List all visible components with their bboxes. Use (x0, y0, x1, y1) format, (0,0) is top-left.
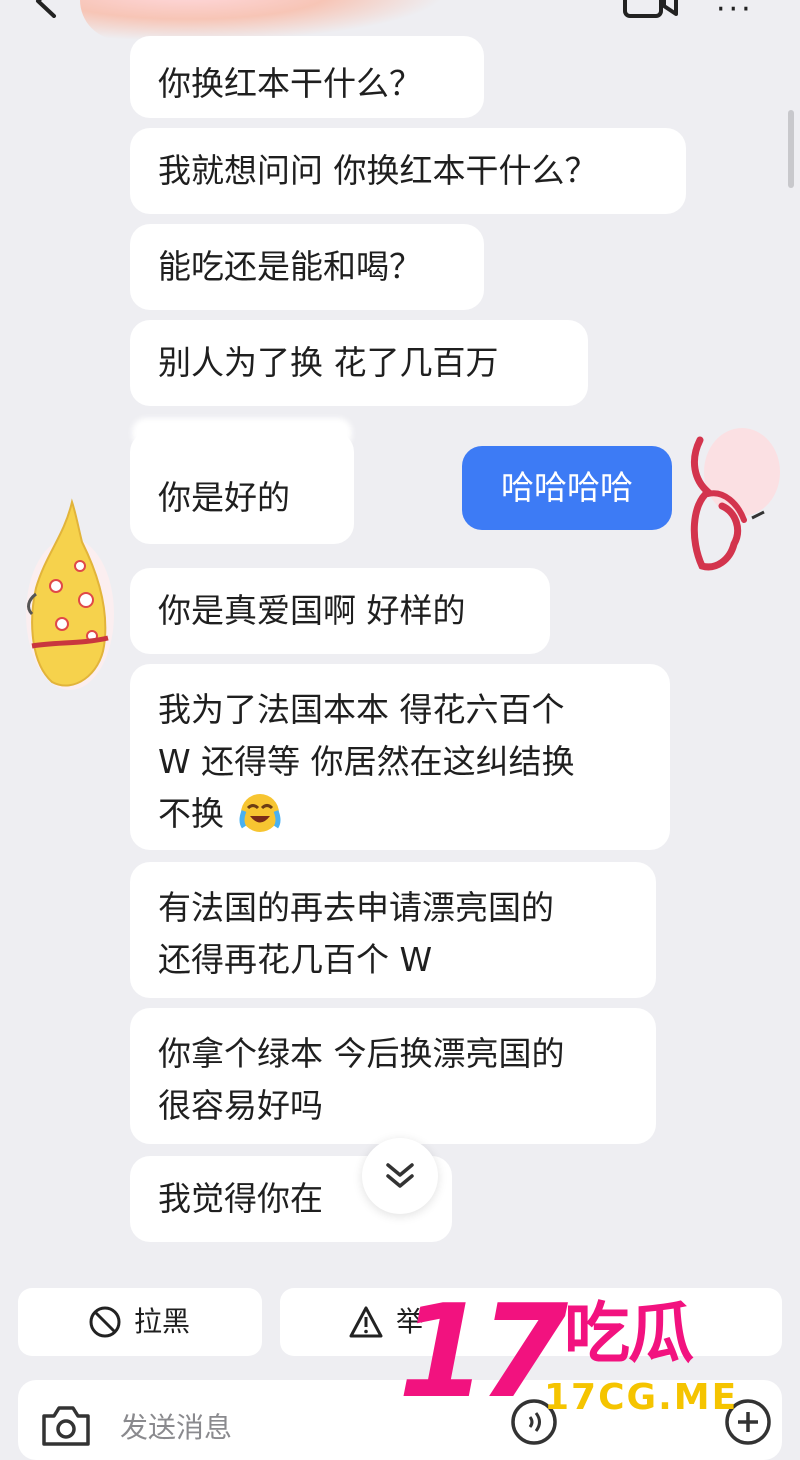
message-text: 别人为了换 花了几百万 (158, 343, 499, 382)
message-line: W 还得等 你居然在这纠结换 (158, 742, 575, 781)
video-call-icon[interactable] (622, 0, 678, 20)
crying-laughing-emoji (239, 794, 281, 832)
message-line: 有法国的再去申请漂亮国的 (158, 888, 554, 927)
double-chevron-down-icon (386, 1163, 414, 1188)
message-text: 我就想问问 你换红本干什么？ (158, 151, 598, 190)
watermark-logo: 17 吃瓜 17CG.ME (398, 1278, 768, 1438)
message-bubble: 你是真爱国啊 好样的 (130, 568, 550, 654)
more-dots-icon[interactable]: ··· (716, 0, 754, 27)
contact-avatar-sticker (26, 498, 114, 690)
message-bubble: 我为了法国本本 得花六百个 W 还得等 你居然在这纠结换 不换 (130, 664, 670, 850)
watermark-domain: 17CG.ME (544, 1377, 739, 1418)
block-button[interactable]: 拉黑 (18, 1288, 262, 1356)
scroll-to-bottom-button[interactable] (362, 1138, 438, 1214)
watermark-name: 吃瓜 (564, 1295, 694, 1372)
message-text: 你是好的 (158, 478, 290, 517)
message-text: 能吃还是能和喝？ (158, 247, 422, 286)
redaction-smudge (132, 418, 352, 448)
message-text: 哈哈哈哈 (501, 468, 633, 507)
message-bubble: 我就想问问 你换红本干什么？ (130, 128, 686, 214)
message-line: 你拿个绿本 今后换漂亮国的 (158, 1034, 565, 1073)
message-bubble: 你是好的 (130, 432, 354, 544)
my-avatar-sticker (690, 428, 780, 571)
message-input[interactable]: 发送消息 (120, 1406, 232, 1446)
message-bubble: 能吃还是能和喝？ (130, 224, 484, 310)
chevron-left-icon[interactable] (28, 0, 62, 18)
message-line: 还得再花几百个 W (158, 940, 433, 979)
block-icon (89, 1306, 121, 1338)
watermark-number: 17 (398, 1278, 568, 1427)
message-line: 我为了法国本本 得花六百个 (158, 690, 565, 729)
message-bubble: 你换红本干什么？ (130, 36, 484, 118)
camera-icon[interactable] (38, 1402, 94, 1448)
my-message-bubble: 哈哈哈哈 (462, 446, 672, 530)
message-bubble: 别人为了换 花了几百万 (130, 320, 588, 406)
message-text: 你是真爱国啊 好样的 (158, 591, 466, 630)
warning-icon (349, 1306, 383, 1338)
block-label: 拉黑 (134, 1305, 191, 1338)
message-text: 你换红本干什么？ (158, 64, 422, 103)
scrollbar[interactable] (788, 110, 794, 188)
message-line: 很容易好吗 (158, 1086, 323, 1125)
message-line: 不换 (158, 794, 224, 833)
message-bubble: 有法国的再去申请漂亮国的 还得再花几百个 W (130, 862, 656, 998)
message-bubble: 你拿个绿本 今后换漂亮国的 很容易好吗 (130, 1008, 656, 1144)
contact-avatar-blurred (80, 0, 440, 40)
message-text: 我觉得你在 (158, 1179, 323, 1218)
